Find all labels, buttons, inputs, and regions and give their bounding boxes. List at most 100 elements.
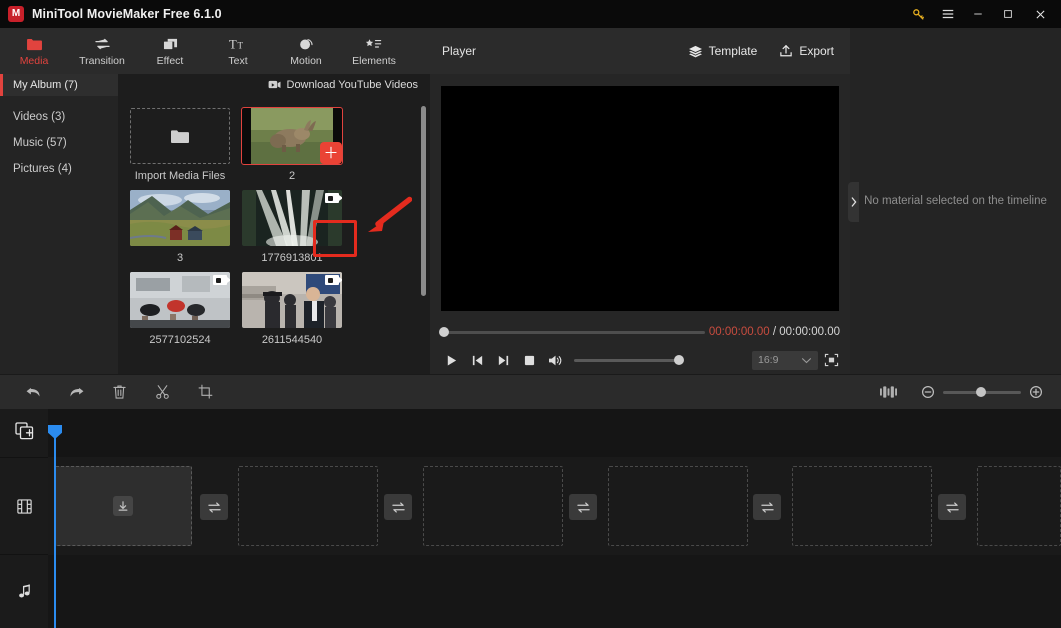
motion-icon (298, 36, 315, 52)
audio-track-header[interactable] (0, 555, 48, 628)
player-seek-row: 00:00:00.00 / 00:00:00.00 (430, 320, 850, 344)
red-arrow-annotation (360, 196, 412, 238)
chevron-down-icon (801, 357, 812, 364)
tab-effect[interactable]: Effect (136, 28, 204, 74)
download-youtube-videos-button[interactable]: Download YouTube Videos (268, 79, 419, 91)
media-item-3[interactable]: 3 (130, 190, 230, 264)
tab-media[interactable]: Media (0, 28, 68, 74)
video-badge-icon (325, 193, 342, 203)
tab-label: Effect (156, 54, 184, 67)
album-item-videos[interactable]: Videos (3) (0, 104, 118, 130)
transition-swap-icon[interactable] (753, 494, 781, 520)
album-item-pictures[interactable]: Pictures (4) (0, 156, 118, 182)
media-thumbnail[interactable]: ＋ (241, 107, 343, 165)
add-track-icon[interactable] (14, 421, 36, 441)
import-media-tile[interactable]: Import Media Files (130, 108, 230, 182)
media-item-2577102524[interactable]: 2577102524 (130, 272, 230, 346)
media-item-1776913801[interactable]: 1776913801 (242, 190, 342, 264)
hamburger-menu-icon[interactable] (933, 0, 963, 28)
fit-to-screen-icon[interactable] (875, 379, 901, 405)
add-to-timeline-button[interactable]: ＋ (320, 142, 342, 164)
timeline-slot[interactable] (977, 466, 1061, 546)
media-item-caption: 1776913801 (261, 252, 323, 264)
aspect-ratio-select[interactable]: 16:9 (752, 350, 818, 370)
timeline-slot[interactable] (238, 466, 378, 546)
album-sidebar: Videos (3) Music (57) Pictures (4) (0, 96, 118, 374)
app-window: M MiniTool MovieMaker Free 6.1.0 Media T… (0, 0, 1061, 628)
import-media-label: Import Media Files (134, 170, 226, 182)
album-title-selected[interactable]: My Album (7) (0, 74, 118, 96)
timeline-zoom-slider[interactable] (943, 387, 1021, 397)
volume-slider-handle[interactable] (674, 355, 684, 365)
timeline-track-headers (0, 409, 48, 628)
tab-text[interactable]: TT Text (204, 28, 272, 74)
play-icon[interactable] (438, 348, 464, 372)
timeline-zoom-handle[interactable] (976, 387, 986, 397)
zoom-in-icon[interactable] (1023, 379, 1049, 405)
next-frame-icon[interactable] (490, 348, 516, 372)
transition-swap-icon[interactable] (569, 494, 597, 520)
media-item-caption: 2 (288, 170, 296, 182)
timeline-slot[interactable] (608, 466, 748, 546)
previous-frame-icon[interactable] (464, 348, 490, 372)
media-thumbnail[interactable] (130, 190, 230, 246)
film-strip-icon (16, 498, 33, 515)
stop-icon[interactable] (516, 348, 542, 372)
tab-label: Media (19, 54, 49, 67)
maximize-icon[interactable] (993, 0, 1023, 28)
trash-icon[interactable] (106, 379, 132, 405)
timeline-slot[interactable] (54, 466, 192, 546)
tab-elements[interactable]: Elements (340, 28, 408, 74)
media-item-caption: 2611544540 (261, 334, 323, 346)
audio-lane[interactable] (48, 555, 1061, 628)
video-badge-icon (213, 275, 230, 285)
scissors-split-icon[interactable] (149, 379, 175, 405)
timeline-slot[interactable] (423, 466, 563, 546)
template-label: Template (708, 44, 758, 58)
download-youtube-videos-label: Download YouTube Videos (286, 79, 419, 91)
tab-label: Text (228, 54, 248, 67)
tab-motion[interactable]: Motion (272, 28, 340, 74)
media-thumbnail[interactable] (242, 272, 342, 328)
timeline-slot[interactable] (792, 466, 932, 546)
import-dropzone[interactable] (130, 108, 230, 164)
media-grid-scrollbar[interactable] (421, 106, 426, 296)
chevron-right-icon[interactable] (848, 182, 859, 222)
transition-swap-icon[interactable] (384, 494, 412, 520)
crop-icon[interactable] (192, 379, 218, 405)
redo-icon[interactable] (63, 379, 89, 405)
media-thumbnail[interactable] (242, 190, 342, 246)
media-item-caption: 3 (176, 252, 184, 264)
album-item-music[interactable]: Music (57) (0, 130, 118, 156)
transition-swap-icon[interactable] (200, 494, 228, 520)
template-button[interactable]: Template (688, 44, 758, 58)
seek-slider-handle[interactable] (439, 327, 449, 337)
player-preview-stage[interactable] (441, 86, 839, 311)
media-item-2[interactable]: ＋ 2 (241, 107, 343, 182)
app-logo-icon: M (8, 6, 24, 22)
tab-transition[interactable]: Transition (68, 28, 136, 74)
key-icon[interactable] (903, 0, 933, 28)
undo-icon[interactable] (20, 379, 46, 405)
timeline-ruler[interactable] (48, 409, 1061, 457)
timeline (0, 409, 1061, 628)
app-title: MiniTool MovieMaker Free 6.1.0 (32, 7, 222, 21)
close-icon[interactable] (1023, 0, 1057, 28)
seek-slider[interactable] (439, 327, 705, 337)
zoom-out-icon[interactable] (915, 379, 941, 405)
transition-swap-icon[interactable] (938, 494, 966, 520)
export-upload-icon (779, 44, 793, 58)
player-panel: Player Template Export 00:00:00.00 / 00:… (430, 28, 850, 374)
volume-icon[interactable] (542, 348, 568, 372)
snapshot-icon[interactable] (818, 348, 844, 372)
video-track-header[interactable] (0, 457, 48, 555)
youtube-download-icon (268, 80, 281, 90)
minimize-icon[interactable] (963, 0, 993, 28)
volume-slider[interactable] (574, 355, 684, 365)
media-thumbnail[interactable] (130, 272, 230, 328)
media-item-2611544540[interactable]: 2611544540 (242, 272, 342, 346)
export-button[interactable]: Export (779, 44, 834, 58)
timeline-playhead[interactable] (48, 425, 62, 628)
timecode-display: 00:00:00.00 / 00:00:00.00 (709, 326, 840, 338)
window-controls (903, 0, 1061, 28)
